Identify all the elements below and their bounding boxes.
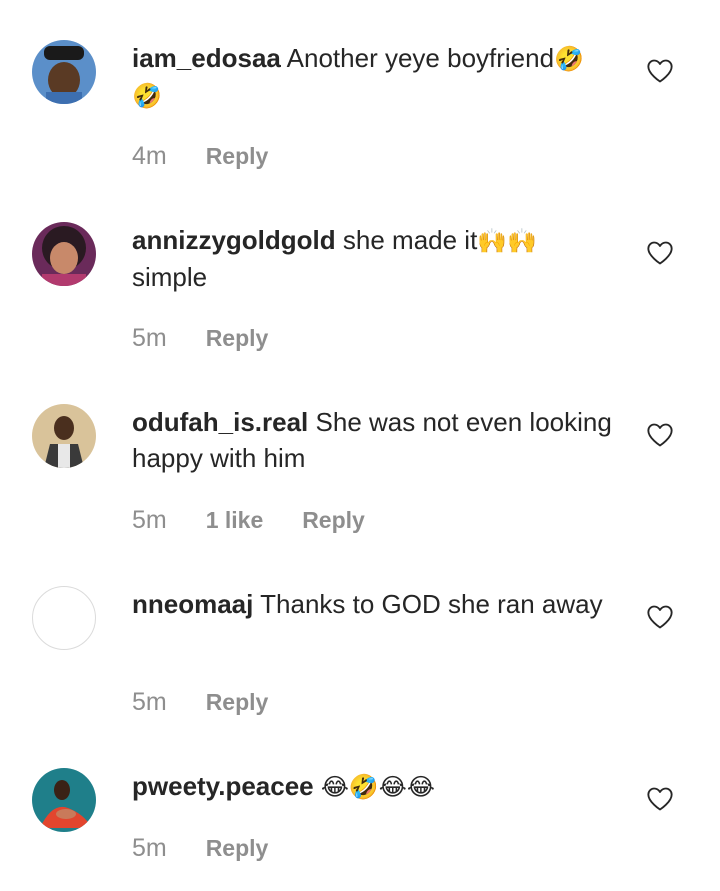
heart-outline-icon[interactable] xyxy=(646,786,674,812)
comment-time: 5m xyxy=(132,834,167,862)
heart-outline-icon[interactable] xyxy=(646,240,674,266)
comment-time: 5m xyxy=(132,324,167,352)
comment-body: nneomaaj Thanks to GOD she ran away xyxy=(132,586,612,622)
comment-emoji: 😂🤣😂😂 xyxy=(320,773,435,801)
avatar[interactable] xyxy=(32,222,96,286)
reply-button[interactable]: Reply xyxy=(206,689,269,716)
comment-text-continuation: simple xyxy=(132,262,208,292)
comment-time: 4m xyxy=(132,142,167,170)
avatar[interactable] xyxy=(32,404,96,468)
comment-username[interactable]: odufah_is.real xyxy=(132,407,308,437)
comment-meta: 5m Reply xyxy=(132,834,268,863)
comment-emoji: 🙌🙌 xyxy=(477,227,538,255)
avatar[interactable] xyxy=(32,40,96,104)
comment-meta: 5m Reply xyxy=(132,324,268,353)
comment-text: she made it xyxy=(342,225,478,255)
reply-button[interactable]: Reply xyxy=(206,143,269,170)
reply-button[interactable]: Reply xyxy=(206,835,269,862)
comment-meta: 5m Reply xyxy=(132,688,268,717)
heart-outline-icon[interactable] xyxy=(646,604,674,630)
heart-outline-icon[interactable] xyxy=(646,58,674,84)
comment-body: annizzygoldgold she made it🙌🙌 simple xyxy=(132,222,612,295)
comment-text: Thanks to GOD she ran away xyxy=(260,589,603,619)
comment-time: 5m xyxy=(132,506,167,534)
comment-body: iam_edosaa Another yeye boyfriend🤣🤣 xyxy=(132,40,612,114)
comment-meta: 4m Reply xyxy=(132,142,268,171)
comment-username[interactable]: annizzygoldgold xyxy=(132,225,336,255)
comment-time: 5m xyxy=(132,688,167,716)
comment-body: pweety.peacee 😂🤣😂😂 xyxy=(132,768,612,805)
avatar[interactable] xyxy=(32,768,96,832)
comment-meta: 5m 1 like Reply xyxy=(132,506,365,535)
comment-username[interactable]: pweety.peacee xyxy=(132,771,314,801)
comment-body: odufah_is.real She was not even looking … xyxy=(132,404,612,476)
comment-text: Another yeye boyfriend xyxy=(286,43,555,73)
avatar[interactable] xyxy=(32,586,96,650)
comment-username[interactable]: nneomaaj xyxy=(132,589,253,619)
likes-count[interactable]: 1 like xyxy=(206,507,264,534)
heart-outline-icon[interactable] xyxy=(646,422,674,448)
reply-button[interactable]: Reply xyxy=(302,507,365,534)
reply-button[interactable]: Reply xyxy=(206,325,269,352)
comment-username[interactable]: iam_edosaa xyxy=(132,43,281,73)
